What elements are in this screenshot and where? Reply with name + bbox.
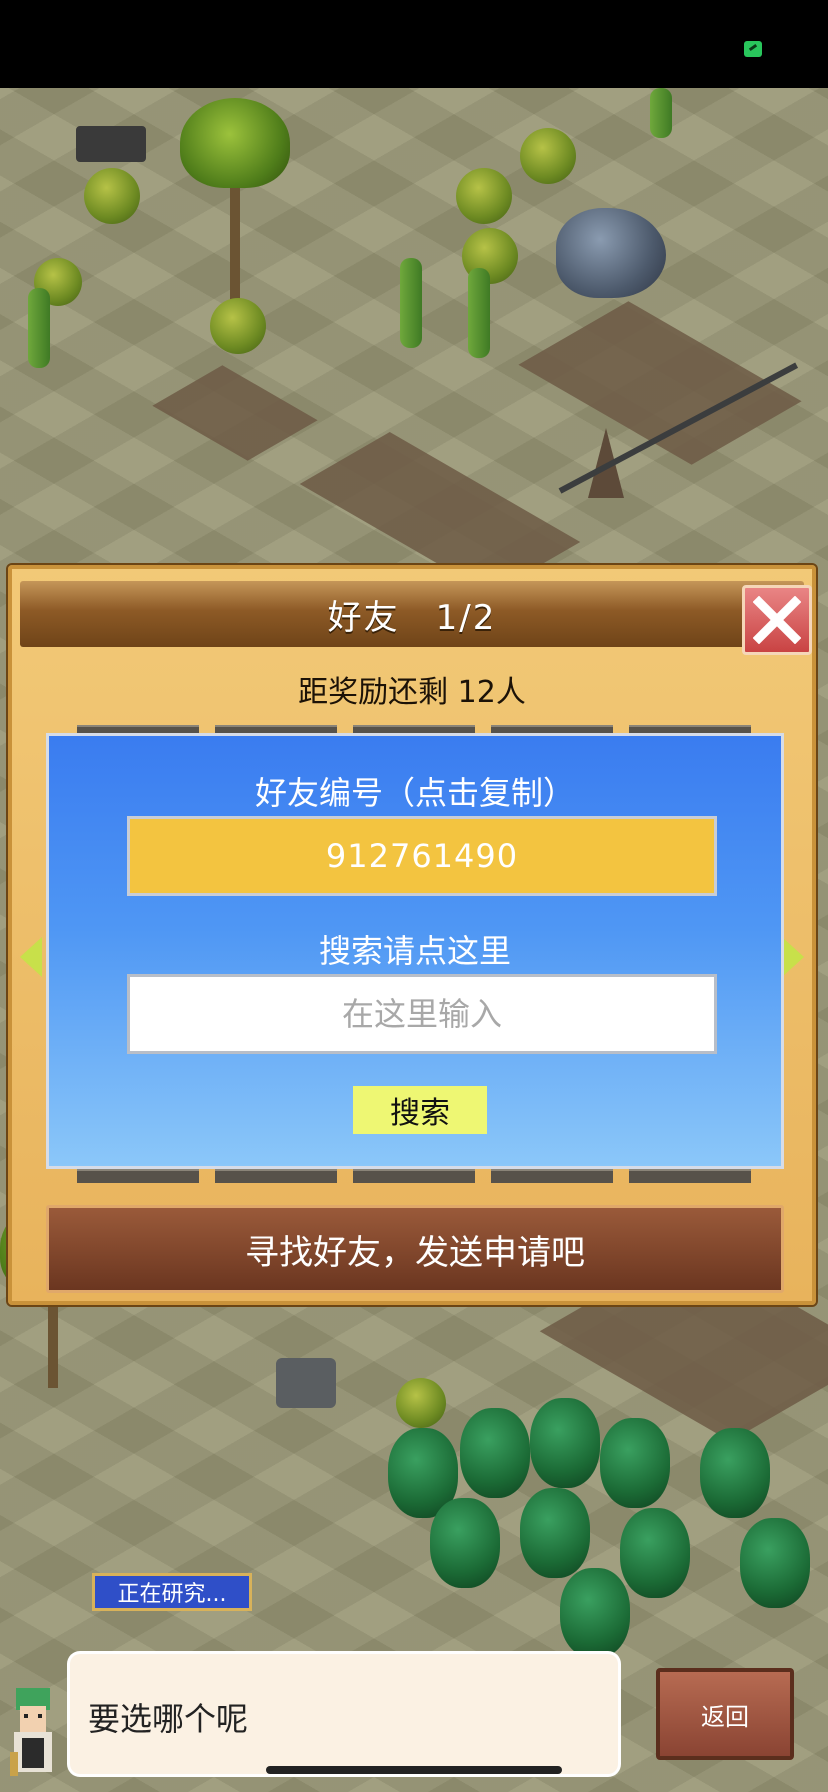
find-friends-button[interactable]: 寻找好友，发送申请吧 [46, 1205, 784, 1293]
search-button[interactable]: 搜索 [353, 1086, 487, 1134]
pine-tree [620, 1508, 690, 1598]
pine-tree [560, 1568, 630, 1658]
dialog-header: 好友 1/2 [20, 581, 812, 655]
pine-tree [700, 1428, 770, 1518]
friend-slot [215, 1169, 337, 1183]
arrow-right-icon[interactable] [782, 937, 804, 977]
arrow-left-icon[interactable] [20, 937, 42, 977]
palm-tree [180, 98, 290, 188]
friend-slots-bottom [46, 1169, 782, 1183]
battery-icon [744, 41, 762, 57]
advisor-avatar [10, 1688, 52, 1776]
pine-tree [460, 1408, 530, 1498]
reward-progress-text: 距奖励还剩 12人 [298, 675, 526, 710]
close-button[interactable] [742, 585, 812, 655]
shrub [84, 168, 140, 224]
dirt-patch [152, 365, 318, 461]
status-bar [0, 0, 828, 88]
pine-tree [430, 1498, 500, 1588]
friend-slot [491, 1169, 613, 1183]
home-indicator[interactable] [266, 1766, 562, 1774]
cactus [468, 268, 490, 358]
shrub [210, 298, 266, 354]
research-status-badge[interactable]: 正在研究... [92, 1573, 252, 1611]
friends-dialog: 好友 1/2 距奖励还剩 12人 好友编号（点击复制） 912761490 搜索… [8, 565, 816, 1305]
back-button[interactable]: 返回 [656, 1668, 794, 1760]
friend-search-input[interactable] [127, 974, 717, 1054]
shrub [396, 1378, 446, 1428]
cactus [28, 288, 50, 368]
friend-slot [629, 1169, 751, 1183]
cactus [400, 258, 422, 348]
shrub [456, 168, 512, 224]
boulder [556, 208, 666, 298]
friend-id-label[interactable]: 好友编号（点击复制） [49, 768, 781, 814]
friend-code-panel: 好友编号（点击复制） 912761490 搜索请点这里 搜索 [46, 733, 784, 1169]
shrub [520, 128, 576, 184]
friend-id-copy-field[interactable]: 912761490 [127, 816, 717, 896]
message-box: 要选哪个呢 [70, 1654, 618, 1774]
dialog-title: 好友 1/2 [327, 597, 497, 638]
message-text: 要选哪个呢 [88, 1700, 249, 1738]
cart-prop [76, 126, 146, 162]
friend-slot [353, 1169, 475, 1183]
pine-tree [530, 1398, 600, 1488]
close-icon [753, 596, 801, 644]
friend-slot [77, 1169, 199, 1183]
search-label: 搜索请点这里 [318, 932, 511, 970]
cactus [650, 88, 672, 138]
pine-tree [740, 1518, 810, 1608]
pine-tree [520, 1488, 590, 1578]
pine-tree [600, 1418, 670, 1508]
water-pump [276, 1358, 336, 1408]
